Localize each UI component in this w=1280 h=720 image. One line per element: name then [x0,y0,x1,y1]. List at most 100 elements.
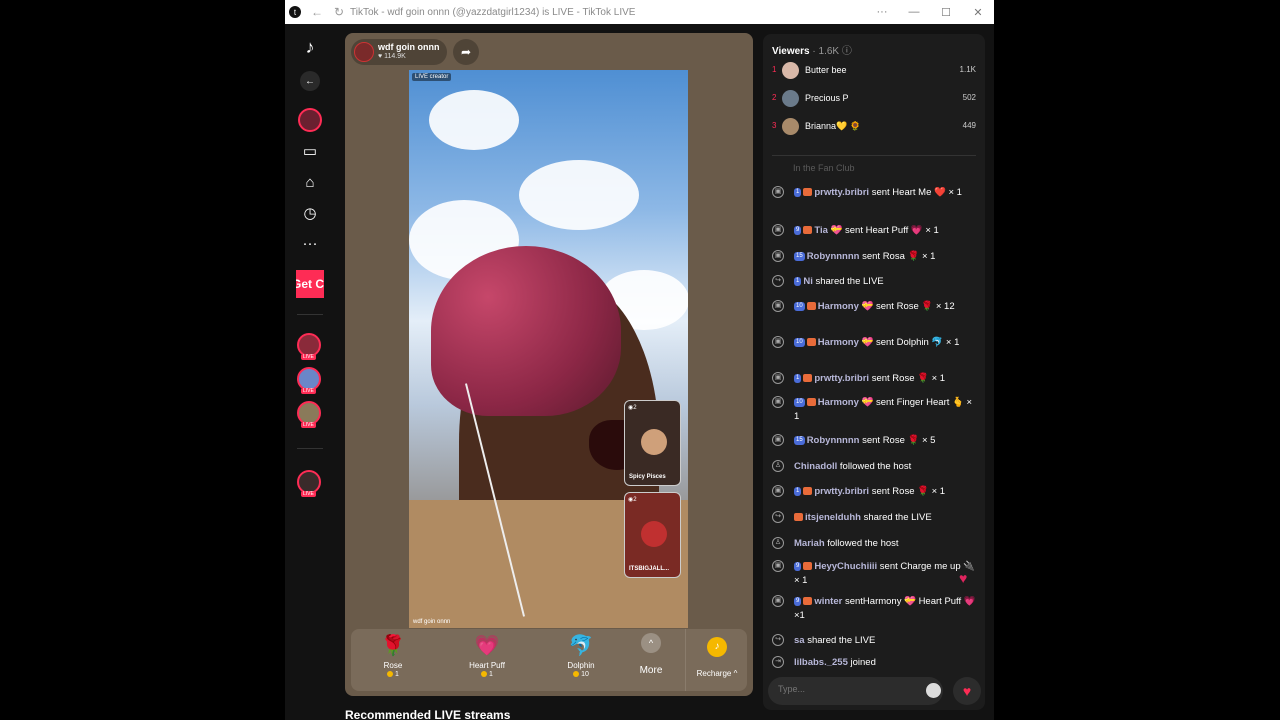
profile-avatar[interactable] [298,108,322,132]
guest-tile[interactable]: ◉2 Spicy Pisces [624,400,681,486]
more-icon[interactable]: ··· [866,6,898,18]
chat-message-text: shared the LIVE [860,512,932,523]
guest-avatar [641,429,667,455]
live-account-avatar[interactable]: LIVE [297,401,321,428]
chat-username[interactable]: Harmony 💝 [818,301,874,312]
gift-dolphin[interactable]: 🐬 Dolphin 10 [551,633,611,678]
chat-username[interactable]: Robynnnnn [807,435,860,446]
viewer-score: 449 [962,121,976,130]
chat-username[interactable]: Ni [803,276,813,287]
viewer-rank: 2 [772,93,777,102]
share-button[interactable]: ➦ [453,39,479,65]
history-icon[interactable]: ◷ [299,202,321,224]
fan-club-label: In the Fan Club [793,163,855,173]
minimize-icon[interactable]: — [898,6,930,18]
chat-message-text: followed the host [837,461,912,472]
chat-username[interactable]: prwtty.bribri [814,187,869,198]
chat-username[interactable]: HeyyChuchiiii [814,561,877,572]
fan-badge-icon [803,374,813,383]
chat-username[interactable]: sa [794,635,805,646]
more-icon[interactable]: ··· [299,232,321,254]
gift-rose[interactable]: 🌹 Rose 1 [363,633,423,678]
chat-username[interactable]: Harmony 💝 [818,397,874,408]
coin-icon [481,671,488,678]
viewer-name: Butter bee [805,65,847,75]
follow-icon: ♙ [772,537,784,549]
more-gifts-button[interactable]: ^ More [629,633,673,676]
chat-username[interactable]: itsjenelduhh [805,512,861,523]
back-icon[interactable]: ← [306,5,328,19]
left-sidebar: ♪ ← ▭ ⌂ ◷ ··· Get C LIVE LIVE LIVE LIVE [285,24,335,720]
title-bar: t ← ↻ TikTok - wdf goin onnn (@yazzdatgi… [285,0,994,24]
share-icon: ↪ [772,275,784,287]
gift-icon: ▣ [772,372,784,384]
chat-username[interactable]: lilbabs._255 [794,657,848,668]
live-account-avatar[interactable]: LIVE [297,470,321,497]
live-account-avatar[interactable]: LIVE [297,367,321,394]
comment-input[interactable] [776,683,920,695]
share-icon: ↪ [772,511,784,523]
chat-text: 10 Harmony 💝 sent Finger Heart 🫰 × 1 [794,396,976,424]
chat-username[interactable]: Harmony 💝 [818,337,874,348]
host-info[interactable]: wdf goin onnn ♥ 114.9K [351,39,447,65]
chat-text: 15 Robynnnnn sent Rose 🌹 × 5 [794,434,976,448]
level-badge: 9 [794,561,802,571]
emoji-icon[interactable] [926,683,941,698]
maximize-icon[interactable]: ☐ [930,6,962,19]
viewers-count: · 1.6K [812,46,840,57]
camera-icon[interactable]: ▭ [299,140,321,162]
gift-icon: ▣ [772,186,784,198]
tiktok-logo-icon[interactable]: ♪ [299,36,321,58]
top-viewer-row[interactable]: 3 Brianna💛 🌻 449 [772,117,976,137]
gift-price: 1 [363,671,423,678]
comment-input-wrapper[interactable] [768,677,943,705]
back-arrow-icon[interactable]: ← [300,71,320,91]
heart-button[interactable]: ♥ [953,677,981,705]
chat-text: sa shared the LIVE [794,634,976,648]
gift-icon: ▣ [772,250,784,262]
chat-username[interactable]: Tia 💝 [814,225,842,236]
close-icon[interactable]: ✕ [962,6,994,19]
level-badge: 10 [794,397,805,407]
fan-badge-icon [794,513,803,522]
viewers-header[interactable]: Viewers · 1.6K ⓘ [772,42,852,57]
top-viewer-row[interactable]: 1 Butter bee 1.1K [772,61,976,81]
coin-icon: ♪ [707,637,727,657]
viewer-avatar [782,90,799,107]
viewer-score: 1.1K [959,65,976,74]
level-badge: 9 [794,225,802,235]
top-viewer-row[interactable]: 2 Precious P 502 [772,89,976,109]
live-account-avatar[interactable]: LIVE [297,333,321,360]
reload-icon[interactable]: ↻ [328,5,350,19]
guest-name: Spicy Pisces [629,474,666,480]
watermark: wdf goin onnn [413,619,451,625]
chat-message-text: sent Rose 🌹 × 5 [859,435,936,446]
chat-message-text: followed the host [824,538,899,549]
explore-icon[interactable]: ⌂ [299,171,321,193]
host-name: wdf goin onnn [378,42,440,52]
chat-username[interactable]: Mariah [794,538,825,549]
guest-avatar [641,521,667,547]
gift-heart-puff[interactable]: 💗 Heart Puff 1 [457,633,517,678]
host-avatar[interactable] [354,42,374,62]
divider [297,314,323,315]
chat-username[interactable]: winter [814,596,842,607]
fan-badge-icon [806,302,816,311]
chat-message-text: joined [847,657,876,668]
info-icon[interactable]: ⓘ [842,46,852,57]
guest-count: ◉2 [628,405,637,411]
chat-username[interactable]: Robynnnnn [807,251,860,262]
guest-tile[interactable]: ◉2 ITSBIGJALL... [624,492,681,578]
chat-text: 10 Harmony 💝 sent Dolphin 🐬 × 1 [794,336,976,350]
join-icon: ⇥ [772,656,784,668]
live-creator-tag: LIVE creator [412,73,452,81]
gift-icon: ▣ [772,595,784,607]
chat-username[interactable]: Chinadoll [794,461,837,472]
chat-message-text: shared the LIVE [812,276,884,287]
fan-badge-icon [803,597,813,606]
chat-username[interactable]: prwtty.bribri [814,373,869,384]
heart-puff-icon: 💗 [474,635,500,657]
get-coins-button[interactable]: Get C [296,270,324,298]
recharge-button[interactable]: ♪ Recharge ^ [685,629,748,691]
chat-username[interactable]: prwtty.bribri [814,486,869,497]
